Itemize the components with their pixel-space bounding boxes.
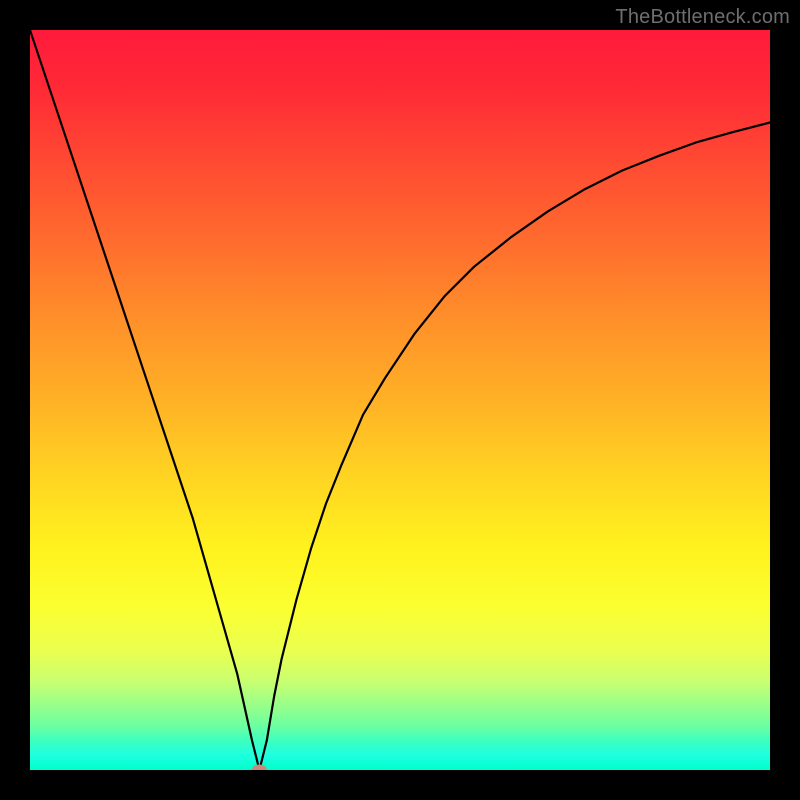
bottleneck-curve <box>30 30 770 770</box>
curve-svg <box>30 30 770 770</box>
chart-frame: TheBottleneck.com <box>0 0 800 800</box>
plot-area <box>30 30 770 770</box>
min-marker <box>252 765 266 770</box>
watermark-text: TheBottleneck.com <box>615 6 790 29</box>
